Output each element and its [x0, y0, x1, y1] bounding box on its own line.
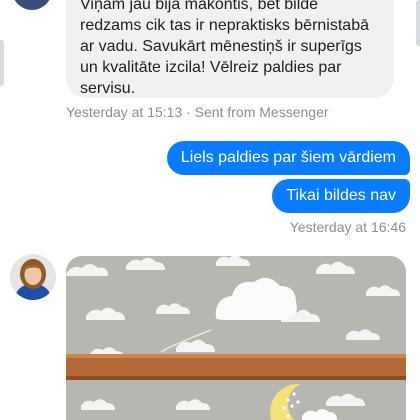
sender-avatar-top[interactable]	[12, 0, 52, 10]
outgoing-message-bubble[interactable]: Liels paldies par šiem vārdiem	[166, 141, 410, 175]
incoming-message-line: servisu.	[80, 80, 136, 97]
outgoing-timestamp: Yesterday at 16:46	[289, 219, 406, 235]
scroll-edge-right	[416, 0, 420, 46]
incoming-message-line: redzams cik tas ir nepraktisks bērnistab…	[80, 17, 369, 34]
avatar-icon	[10, 254, 56, 300]
incoming-message-line: ar vadu. Savukārt mēnestiņš ir superīgs	[80, 38, 362, 55]
incoming-message-line: un kvalitāte izcila! Vēlreiz paldies par	[80, 59, 342, 76]
incoming-message-line: Viņam jau bija makontis, bet bilde	[80, 0, 319, 13]
sender-avatar[interactable]	[10, 254, 56, 300]
outgoing-message-bubble[interactable]: Tikai bildes nav	[272, 179, 410, 213]
scroll-edge-left	[0, 40, 4, 86]
photo-attachment[interactable]	[66, 256, 406, 420]
incoming-message-bubble[interactable]: Viņam jau bija makontis, bet bilde redza…	[66, 0, 394, 98]
incoming-timestamp: Yesterday at 15:13 · Sent from Messenger	[66, 104, 329, 120]
image-icon	[66, 256, 406, 420]
